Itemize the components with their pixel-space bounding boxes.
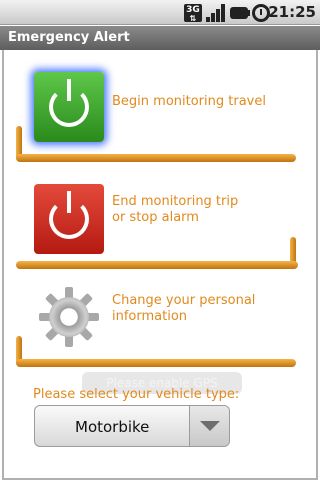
gear-core xyxy=(49,297,89,337)
power-icon xyxy=(49,191,89,239)
end-monitoring-button[interactable] xyxy=(34,184,104,254)
divider xyxy=(16,261,298,269)
divider xyxy=(16,154,296,162)
divider xyxy=(16,359,296,367)
end-monitoring-label-line1: End monitoring trip xyxy=(112,194,239,209)
vehicle-type-value: Motorbike xyxy=(75,418,150,436)
gear-icon xyxy=(39,287,99,347)
vehicle-type-spinner[interactable]: Motorbike xyxy=(34,405,230,447)
spinner-dropdown-button[interactable] xyxy=(189,406,229,446)
end-monitoring-label[interactable]: End monitoring trip or stop alarm xyxy=(112,194,292,226)
power-icon xyxy=(49,79,89,127)
begin-monitoring-label[interactable]: Begin monitoring travel xyxy=(112,94,292,110)
end-monitoring-label-line2: or stop alarm xyxy=(112,210,199,225)
change-info-label[interactable]: Change your personal information xyxy=(112,293,292,325)
app-title: Emergency Alert xyxy=(0,26,320,50)
change-info-label-line1: Change your personal xyxy=(112,293,256,308)
change-info-label-line2: information xyxy=(112,309,188,324)
status-clock: 21:25 xyxy=(268,3,316,21)
battery-icon xyxy=(230,7,250,19)
chevron-down-icon xyxy=(200,421,220,431)
change-info-button[interactable] xyxy=(34,282,104,352)
status-bar: 3G ⇅ 21:25 xyxy=(0,0,320,25)
begin-monitoring-button[interactable] xyxy=(34,72,104,142)
signal-icon xyxy=(206,4,226,22)
network-3g-icon: 3G ⇅ xyxy=(184,4,202,23)
vehicle-prompt: Please select your vehicle type: xyxy=(33,387,240,402)
status-icons: 3G ⇅ xyxy=(184,3,270,23)
